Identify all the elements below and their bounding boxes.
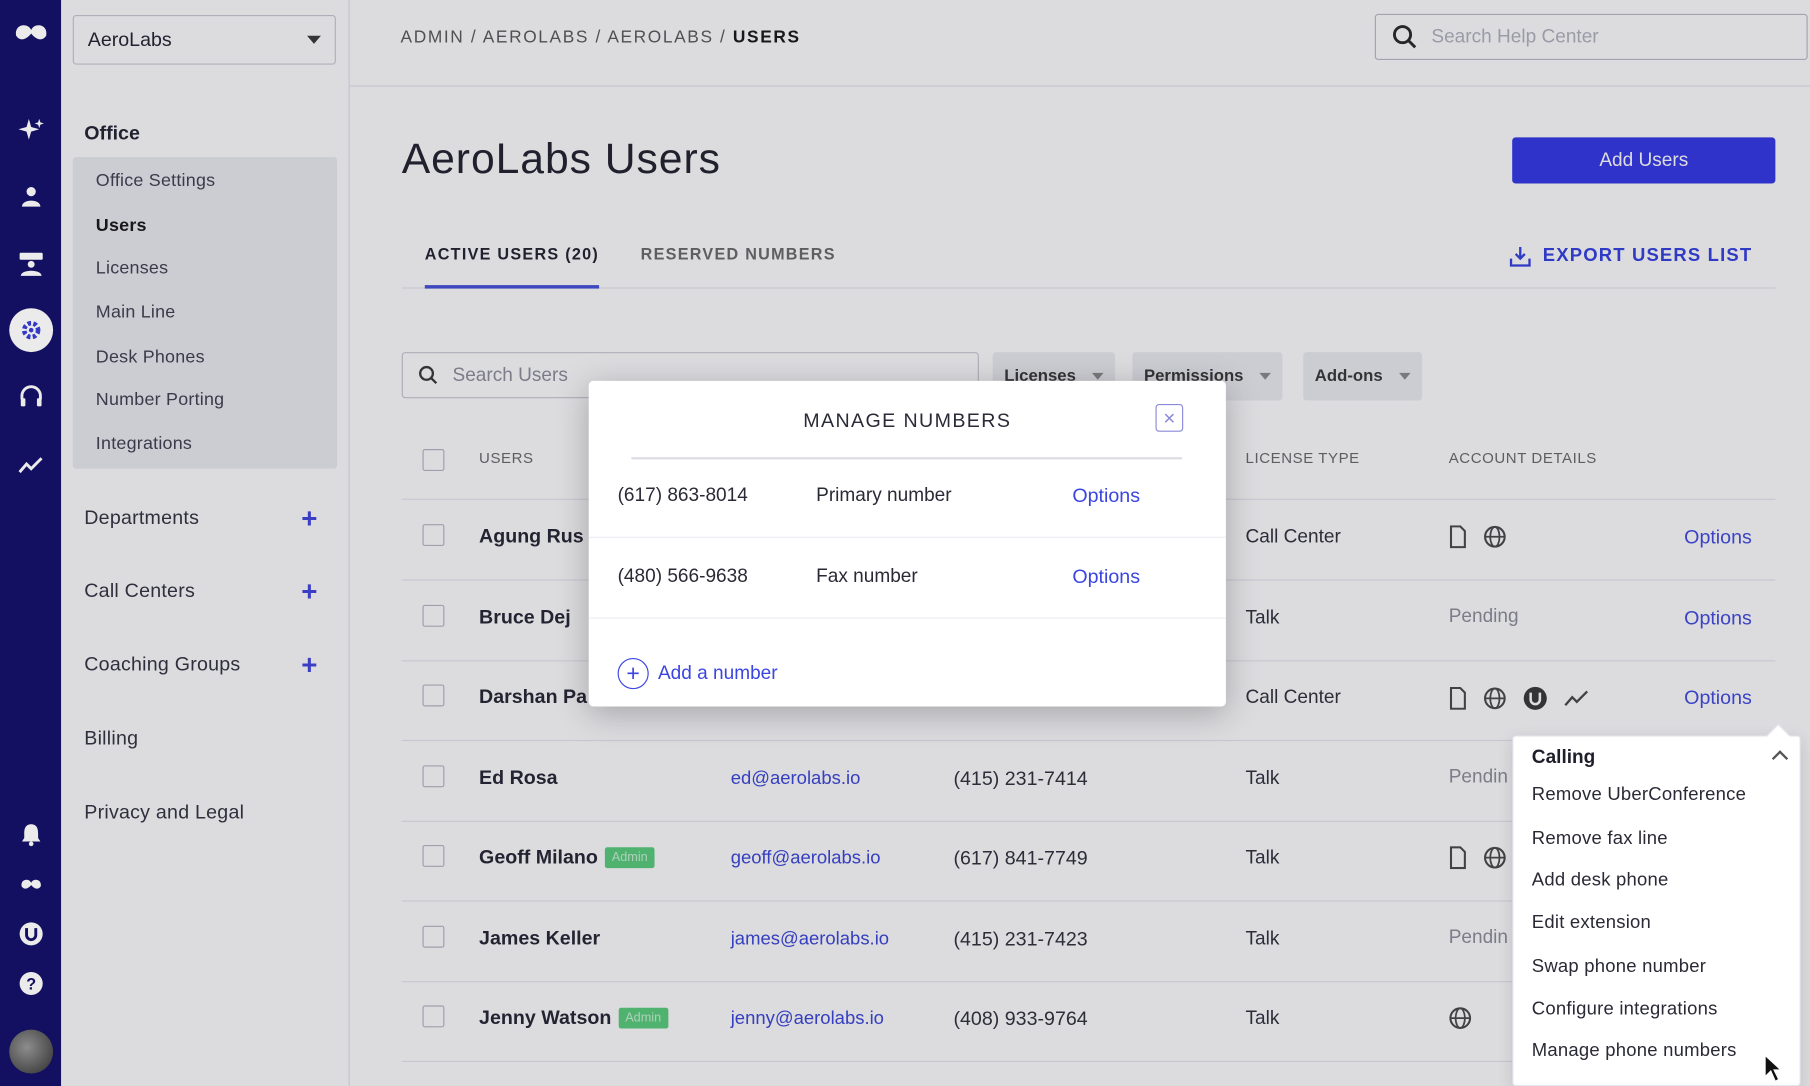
phone-number: (480) 566-9638 bbox=[617, 565, 748, 587]
phone-number: (617) 863-8014 bbox=[617, 484, 748, 506]
menu-heading-calling[interactable]: Calling bbox=[1532, 747, 1596, 769]
menu-item-configure-integrations[interactable]: Configure integrations bbox=[1532, 1000, 1718, 1021]
menu-item-remove-uberconference[interactable]: Remove UberConference bbox=[1532, 785, 1746, 806]
backdrop-topbar bbox=[349, 0, 1810, 87]
number-row: (617) 863-8014 Primary number Options bbox=[588, 459, 1226, 538]
options-dropdown-menu: Calling Remove UberConference Remove fax… bbox=[1512, 735, 1801, 1086]
manage-numbers-modal: MANAGE NUMBERS × (617) 863-8014 Primary … bbox=[588, 380, 1226, 707]
plus-circle-icon: + bbox=[617, 657, 649, 690]
close-icon[interactable]: × bbox=[1155, 404, 1184, 432]
menu-item-edit-extension[interactable]: Edit extension bbox=[1532, 913, 1651, 934]
backdrop-rail bbox=[0, 0, 62, 1086]
mouse-cursor-icon bbox=[1764, 1053, 1783, 1083]
number-options-link[interactable]: Options bbox=[1072, 485, 1140, 508]
menu-item-add-desk-phone[interactable]: Add desk phone bbox=[1532, 870, 1669, 891]
backdrop-sidebar bbox=[61, 0, 350, 1086]
modal-title: MANAGE NUMBERS bbox=[803, 409, 1012, 432]
number-type: Primary number bbox=[816, 484, 952, 506]
menu-item-swap-phone-number[interactable]: Swap phone number bbox=[1532, 957, 1706, 978]
menu-item-remove-fax-line[interactable]: Remove fax line bbox=[1532, 829, 1668, 850]
number-options-link[interactable]: Options bbox=[1072, 566, 1140, 589]
add-number-label: Add a number bbox=[657, 662, 778, 684]
add-number-button[interactable]: + Add a number bbox=[617, 657, 778, 690]
number-type: Fax number bbox=[816, 565, 918, 587]
menu-item-manage-phone-numbers[interactable]: Manage phone numbers bbox=[1532, 1041, 1737, 1062]
chevron-up-icon[interactable] bbox=[1771, 750, 1789, 767]
number-row: (480) 566-9638 Fax number Options bbox=[588, 540, 1226, 619]
